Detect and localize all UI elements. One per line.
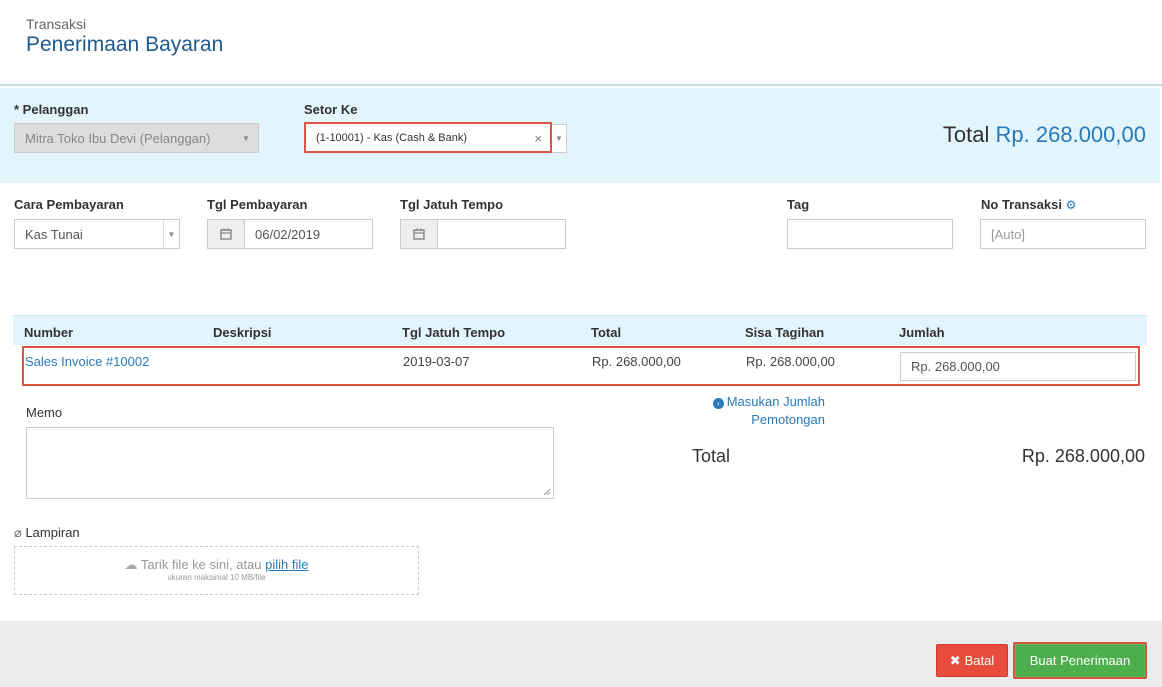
- column-header: Number: [24, 325, 74, 340]
- table-row: Sales Invoice #10002 2019-03-07 Rp. 268.…: [22, 346, 1140, 386]
- deposit-select[interactable]: (1-10001) - Kas (Cash & Bank) ×: [304, 122, 552, 153]
- total-summary: Total Rp. 268.000,00: [943, 122, 1146, 148]
- clear-icon[interactable]: ×: [534, 131, 542, 146]
- memo-label: Memo: [26, 405, 63, 420]
- page-header: Transaksi Penerimaan Bayaran: [0, 0, 1162, 86]
- resize-handle-icon[interactable]: [543, 488, 551, 496]
- deduction-line2: Pemotongan: [751, 412, 825, 427]
- due-date-label: Tgl Jatuh Tempo: [400, 197, 504, 212]
- pick-file-link[interactable]: pilih file: [265, 557, 308, 572]
- chevron-right-circle-icon: ›: [712, 398, 724, 409]
- payment-method-label: Cara Pembayaran: [14, 197, 124, 212]
- deposit-label: Setor Ke: [304, 102, 358, 117]
- close-icon: ✖: [949, 652, 961, 668]
- column-header: Tgl Jatuh Tempo: [402, 325, 506, 340]
- attachment-label-row: ⌀ Lampiran: [14, 525, 80, 541]
- column-header: Deskripsi: [213, 325, 272, 340]
- tag-input[interactable]: [787, 219, 953, 249]
- page-subtitle: Transaksi: [26, 16, 87, 32]
- transaction-no-placeholder: [Auto]: [991, 226, 1025, 242]
- payment-date-input[interactable]: 06/02/2019: [244, 219, 373, 249]
- payment-method-value: Kas Tunai: [25, 226, 83, 242]
- chevron-down-icon[interactable]: ▼: [552, 124, 567, 153]
- amount-input[interactable]: Rp. 268.000,00: [900, 352, 1136, 381]
- memo-textarea[interactable]: [26, 427, 554, 499]
- total-label: Total: [942, 122, 990, 147]
- customer-select: Mitra Toko Ibu Devi (Pelanggan) ▼: [14, 123, 259, 153]
- due-date-input[interactable]: [437, 219, 566, 249]
- column-header: Sisa Tagihan: [745, 325, 825, 340]
- table-header: Number Deskripsi Tgl Jatuh Tempo Total S…: [13, 315, 1147, 345]
- column-header: Jumlah: [899, 325, 945, 340]
- payment-method-select[interactable]: Kas Tunai ▼: [14, 219, 180, 249]
- column-header: Total: [591, 325, 622, 340]
- transaction-no-input[interactable]: [Auto]: [980, 219, 1146, 249]
- calendar-icon[interactable]: [400, 219, 438, 249]
- dropzone-note: ukuran maksimal 10 MB/file: [167, 573, 266, 582]
- deposit-value: (1-10001) - Kas (Cash & Bank): [316, 131, 468, 144]
- calendar-icon[interactable]: [207, 219, 245, 249]
- chevron-down-icon: ▼: [242, 133, 250, 143]
- transaction-no-label-text: No Transaksi: [981, 197, 1062, 212]
- row-due-date: 2019-03-07: [403, 354, 470, 369]
- invoice-link[interactable]: Sales Invoice #10002: [25, 354, 149, 369]
- customer-value: Mitra Toko Ibu Devi (Pelanggan): [25, 130, 211, 146]
- total-bottom-label: Total: [692, 446, 731, 466]
- total-bottom-amount: Rp. 268.000,00: [1021, 446, 1145, 466]
- file-dropzone[interactable]: ☁ Tarik file ke sini, atau pilih file uk…: [14, 546, 419, 595]
- deduction-link[interactable]: › Masukan Jumlah Pemotongan: [706, 393, 825, 429]
- row-remaining: Rp. 268.000,00: [746, 354, 835, 369]
- cancel-label: Batal: [964, 653, 995, 668]
- dropzone-text: Tarik file ke sini, atau: [140, 557, 266, 572]
- submit-button[interactable]: Buat Penerimaan: [1013, 642, 1147, 679]
- tag-label: Tag: [787, 197, 810, 212]
- customer-label: * Pelanggan: [14, 102, 89, 117]
- paperclip-icon: ⌀: [14, 525, 22, 540]
- payment-date-label: Tgl Pembayaran: [207, 197, 308, 212]
- deduction-line1: Masukan Jumlah: [726, 394, 825, 409]
- dropzone-text-row: ☁ Tarik file ke sini, atau pilih file: [15, 557, 418, 573]
- cancel-button[interactable]: ✖ Batal: [936, 644, 1008, 677]
- submit-label: Buat Penerimaan: [1029, 653, 1131, 668]
- total-amount: Rp. 268.000,00: [995, 122, 1146, 147]
- gear-icon[interactable]: ⚙: [1066, 198, 1077, 212]
- cloud-upload-icon: ☁: [124, 557, 138, 572]
- chevron-down-icon: ▼: [163, 220, 179, 248]
- payment-date-value: 06/02/2019: [255, 226, 321, 242]
- amount-value: Rp. 268.000,00: [911, 359, 1000, 374]
- attachment-label: Lampiran: [25, 525, 80, 540]
- page-title: Penerimaan Bayaran: [26, 33, 224, 56]
- row-total: Rp. 268.000,00: [592, 354, 681, 369]
- transaction-no-label: No Transaksi ⚙: [981, 197, 1076, 212]
